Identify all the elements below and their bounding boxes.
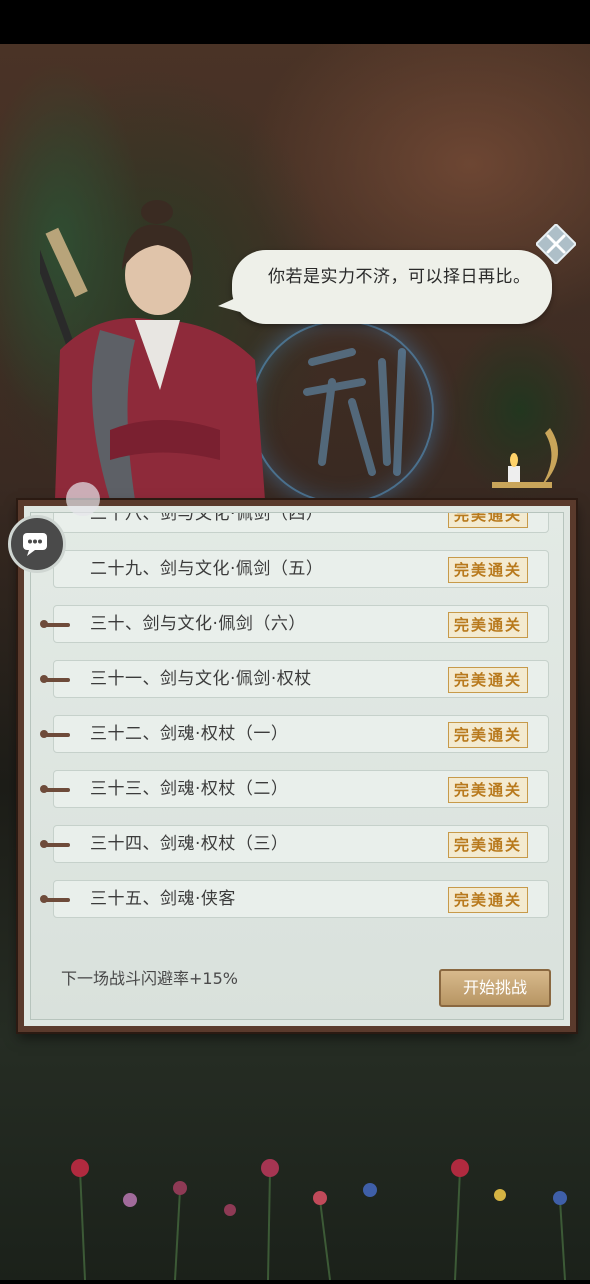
challenge-panel: 二十八、剑与文化·佩剑（四） 完美通关 二十九、剑与文化·佩剑（五） 完美通关 … <box>18 500 576 1032</box>
dialog-bubble-tail <box>218 296 240 312</box>
close-button[interactable] <box>534 222 578 266</box>
perfect-clear-badge: 完美通关 <box>448 832 528 858</box>
perfect-clear-badge: 完美通关 <box>448 557 528 583</box>
status-bar <box>0 0 590 44</box>
start-challenge-button[interactable]: 开始挑战 <box>439 969 551 1007</box>
challenge-row[interactable]: 三十四、剑魂·权杖（三） 完美通关 <box>40 825 549 863</box>
challenge-row-label: 二十八、剑与文化·佩剑（四） <box>90 513 324 524</box>
pin-icon <box>40 895 70 903</box>
perfect-clear-badge: 完美通关 <box>448 777 528 803</box>
bonus-text: 下一场战斗闪避率+15% <box>61 969 238 988</box>
challenge-row-label: 三十五、剑魂·侠客 <box>90 889 236 909</box>
challenge-row-label: 三十四、剑魂·权杖（三） <box>90 834 289 854</box>
challenge-row-label: 三十一、剑与文化·佩剑·权杖 <box>90 669 312 689</box>
chat-icon <box>23 533 47 556</box>
perfect-clear-badge: 完美通关 <box>448 612 528 638</box>
challenge-row[interactable]: 三十一、剑与文化·佩剑·权杖 完美通关 <box>40 660 549 698</box>
challenge-list[interactable]: 二十八、剑与文化·佩剑（四） 完美通关 二十九、剑与文化·佩剑（五） 完美通关 … <box>31 513 563 933</box>
floating-assist-dot[interactable] <box>66 482 100 516</box>
perfect-clear-badge: 完美通关 <box>448 887 528 913</box>
challenge-row-label: 三十、剑与文化·佩剑（六） <box>90 614 306 634</box>
swordsman-character <box>18 200 270 500</box>
perfect-clear-badge: 完美通关 <box>448 667 528 693</box>
challenge-row-label: 二十九、剑与文化·佩剑（五） <box>90 559 324 579</box>
pin-icon <box>40 840 70 848</box>
dialog-text: 你若是实力不济，可以择日再比。 <box>268 267 531 287</box>
pin-icon <box>40 785 70 793</box>
perfect-clear-badge: 完美通关 <box>448 513 528 528</box>
sword-emblem <box>250 320 434 504</box>
challenge-row[interactable]: 三十二、剑魂·权杖（一） 完美通关 <box>40 715 549 753</box>
challenge-row-label: 三十二、剑魂·权杖（一） <box>90 724 289 744</box>
challenge-panel-inner: 二十八、剑与文化·佩剑（四） 完美通关 二十九、剑与文化·佩剑（五） 完美通关 … <box>30 512 564 1020</box>
candle-decoration <box>490 428 570 498</box>
pin-icon <box>40 620 70 628</box>
pin-icon <box>40 675 70 683</box>
challenge-row-partial[interactable]: 二十八、剑与文化·佩剑（四） 完美通关 <box>53 513 549 533</box>
pin-icon <box>40 730 70 738</box>
challenge-row[interactable]: 三十五、剑魂·侠客 完美通关 <box>40 880 549 918</box>
perfect-clear-badge: 完美通关 <box>448 722 528 748</box>
challenge-row[interactable]: 二十九、剑与文化·佩剑（五） 完美通关 <box>53 550 549 588</box>
close-icon <box>534 222 578 266</box>
challenge-row[interactable]: 三十三、剑魂·权杖（二） 完美通关 <box>40 770 549 808</box>
chat-button[interactable] <box>8 515 66 573</box>
challenge-row[interactable]: 三十、剑与文化·佩剑（六） 完美通关 <box>40 605 549 643</box>
dialog-bubble: 你若是实力不济，可以择日再比。 <box>232 250 552 324</box>
challenge-row-label: 三十三、剑魂·权杖（二） <box>90 779 289 799</box>
flower-decoration <box>0 1140 590 1281</box>
